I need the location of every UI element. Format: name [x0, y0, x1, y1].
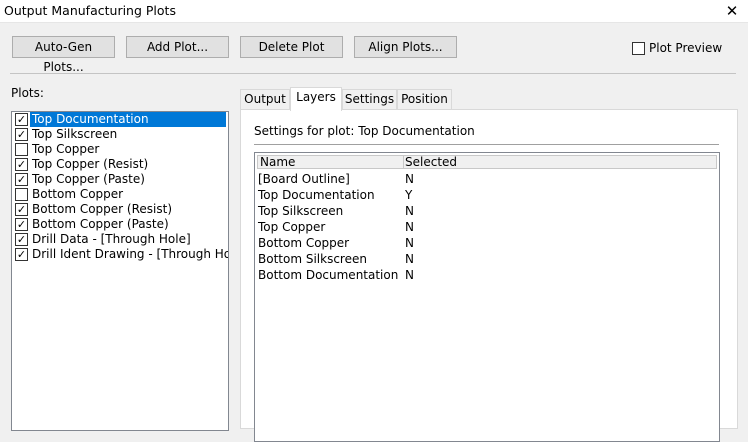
layer-selected-value: Y	[405, 188, 413, 202]
add-plot-button[interactable]: Add Plot...	[126, 36, 229, 58]
window-title: Output Manufacturing Plots	[4, 3, 176, 18]
column-divider[interactable]	[403, 156, 404, 168]
unchecked-checkbox[interactable]	[15, 143, 28, 156]
checked-checkbox[interactable]: ✓	[15, 113, 28, 126]
layer-name: Bottom Documentation	[258, 268, 399, 282]
plot-list-item[interactable]: ✓ Top Copper (Paste)	[12, 172, 228, 187]
layer-selected-value: N	[405, 220, 414, 234]
layer-selected-value: N	[405, 204, 414, 218]
tab-position[interactable]: Position	[397, 89, 452, 109]
plot-list-item[interactable]: ✓ Top Silkscreen	[12, 127, 228, 142]
tab-settings[interactable]: Settings	[342, 89, 397, 109]
layer-row[interactable]: [Board Outline] N	[257, 171, 717, 187]
settings-title: Settings for plot: Top Documentation	[254, 124, 475, 138]
layer-name: [Board Outline]	[258, 172, 350, 186]
plot-preview-checkbox[interactable]	[632, 42, 645, 55]
plot-preview-label[interactable]: Plot Preview	[649, 41, 722, 55]
checked-checkbox[interactable]: ✓	[15, 203, 28, 216]
auto-gen-plots-button[interactable]: Auto-Gen Plots...	[12, 36, 115, 74]
checked-checkbox[interactable]: ✓	[15, 233, 28, 246]
layer-name: Top Documentation	[258, 188, 375, 202]
tab-output[interactable]: Output	[240, 89, 290, 109]
column-header-name[interactable]: Name	[260, 155, 295, 169]
plot-list-item-label: Bottom Copper (Resist)	[32, 202, 173, 216]
layer-row[interactable]: Top Silkscreen N	[257, 203, 717, 219]
plot-list-item-label: Top Documentation	[30, 112, 226, 127]
plots-list[interactable]: ✓ Top Documentation ✓ Top Silkscreen Top Cop…	[11, 111, 229, 431]
layer-name: Bottom Copper	[258, 236, 350, 250]
layer-row[interactable]: Top Documentation Y	[257, 187, 717, 203]
plot-list-item[interactable]: ✓ Drill Ident Drawing - [Through Hole	[12, 247, 228, 262]
plot-list-item[interactable]: Top Copper	[12, 142, 228, 157]
plot-list-item-label: Bottom Copper	[32, 187, 124, 201]
plot-list-item[interactable]: ✓ Top Copper (Resist)	[12, 157, 228, 172]
align-plots-button[interactable]: Align Plots...	[354, 36, 457, 58]
checked-checkbox[interactable]: ✓	[15, 173, 28, 186]
layer-row[interactable]: Bottom Documentation N	[257, 267, 717, 283]
checked-checkbox[interactable]: ✓	[15, 248, 28, 261]
unchecked-checkbox[interactable]	[15, 188, 28, 201]
close-icon[interactable]: ✕	[722, 1, 742, 21]
layer-selected-value: N	[405, 172, 414, 186]
layer-name: Bottom Silkscreen	[258, 252, 367, 266]
delete-plot-button[interactable]: Delete Plot	[240, 36, 343, 58]
layer-row[interactable]: Top Copper N	[257, 219, 717, 235]
layer-selected-value: N	[405, 268, 414, 282]
plot-list-item[interactable]: ✓ Bottom Copper (Resist)	[12, 202, 228, 217]
plot-list-item[interactable]: ✓ Top Documentation	[12, 112, 228, 127]
plot-list-item-label: Top Copper (Paste)	[32, 172, 145, 186]
plot-list-item[interactable]: ✓ Bottom Copper (Paste)	[12, 217, 228, 232]
layers-list-header: Name Selected	[257, 155, 717, 169]
layers-list[interactable]: Name Selected [Board Outline] N Top Docume…	[254, 152, 720, 442]
title-bar: Output Manufacturing Plots ✕	[0, 0, 748, 23]
plots-label: Plots:	[11, 86, 44, 100]
layer-selected-value: N	[405, 236, 414, 250]
layer-row[interactable]: Bottom Silkscreen N	[257, 251, 717, 267]
plot-list-item-label: Drill Ident Drawing - [Through Hole	[32, 247, 229, 261]
plot-list-item-label: Drill Data - [Through Hole]	[32, 232, 191, 246]
divider	[10, 73, 736, 74]
column-header-selected[interactable]: Selected	[405, 155, 457, 169]
layer-name: Top Copper	[258, 220, 326, 234]
layer-name: Top Silkscreen	[258, 204, 344, 218]
plot-list-item-label: Bottom Copper (Paste)	[32, 217, 169, 231]
plot-list-item-label: Top Silkscreen	[32, 127, 118, 141]
checked-checkbox[interactable]: ✓	[15, 158, 28, 171]
checked-checkbox[interactable]: ✓	[15, 128, 28, 141]
layer-row[interactable]: Bottom Copper N	[257, 235, 717, 251]
layer-selected-value: N	[405, 252, 414, 266]
checked-checkbox[interactable]: ✓	[15, 218, 28, 231]
plot-list-item[interactable]: Bottom Copper	[12, 187, 228, 202]
plot-list-item-label: Top Copper	[32, 142, 100, 156]
layers-tab-panel: Settings for plot: Top Documentation Nam…	[240, 109, 738, 442]
plot-list-item-label: Top Copper (Resist)	[32, 157, 149, 171]
panel-divider	[254, 144, 719, 145]
tab-layers[interactable]: Layers	[290, 87, 342, 111]
plot-list-item[interactable]: ✓ Drill Data - [Through Hole]	[12, 232, 228, 247]
